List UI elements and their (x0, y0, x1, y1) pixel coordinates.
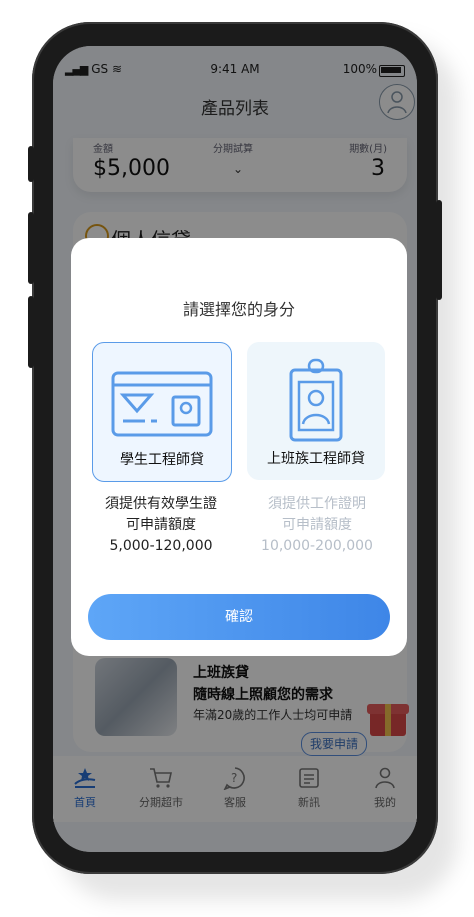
amount-label: 可申請額度 (126, 517, 196, 533)
worker-option-details: 須提供工作證明 可申請額度 10,000-200,000 (237, 494, 397, 557)
employee-badge-icon (289, 358, 343, 442)
requirement-text: 須提供工作證明 (268, 496, 366, 512)
side-button (28, 146, 34, 182)
amount-range: 10,000-200,000 (261, 538, 373, 554)
dialog-title: 請選擇您的身分 (182, 300, 295, 319)
requirement-text: 須提供有效學生證 (105, 496, 217, 512)
confirm-button[interactable]: 確認 (88, 594, 390, 640)
option-label: 上班族工程師貸 (267, 451, 365, 467)
identity-select-dialog: 請選擇您的身分 學生工程師貸 上班族工程師貸 須提供有效學生證 可申請額度 5,… (71, 238, 407, 656)
phone-screen: ▂▄▆ GS ≋ 9:41 AM 100% 產品列表 金額 分期試算 期數(月)… (53, 46, 417, 852)
option-label: 學生工程師貸 (120, 452, 204, 468)
side-button (28, 212, 34, 284)
student-option-details: 須提供有效學生證 可申請額度 5,000-120,000 (81, 494, 241, 557)
amount-label: 可申請額度 (282, 517, 352, 533)
amount-range: 5,000-120,000 (109, 538, 213, 554)
student-id-card-icon (111, 371, 213, 437)
option-office-engineer-loan[interactable]: 上班族工程師貸 (247, 342, 385, 480)
side-button (436, 200, 442, 300)
side-button (28, 296, 34, 368)
option-student-engineer-loan[interactable]: 學生工程師貸 (92, 342, 232, 482)
